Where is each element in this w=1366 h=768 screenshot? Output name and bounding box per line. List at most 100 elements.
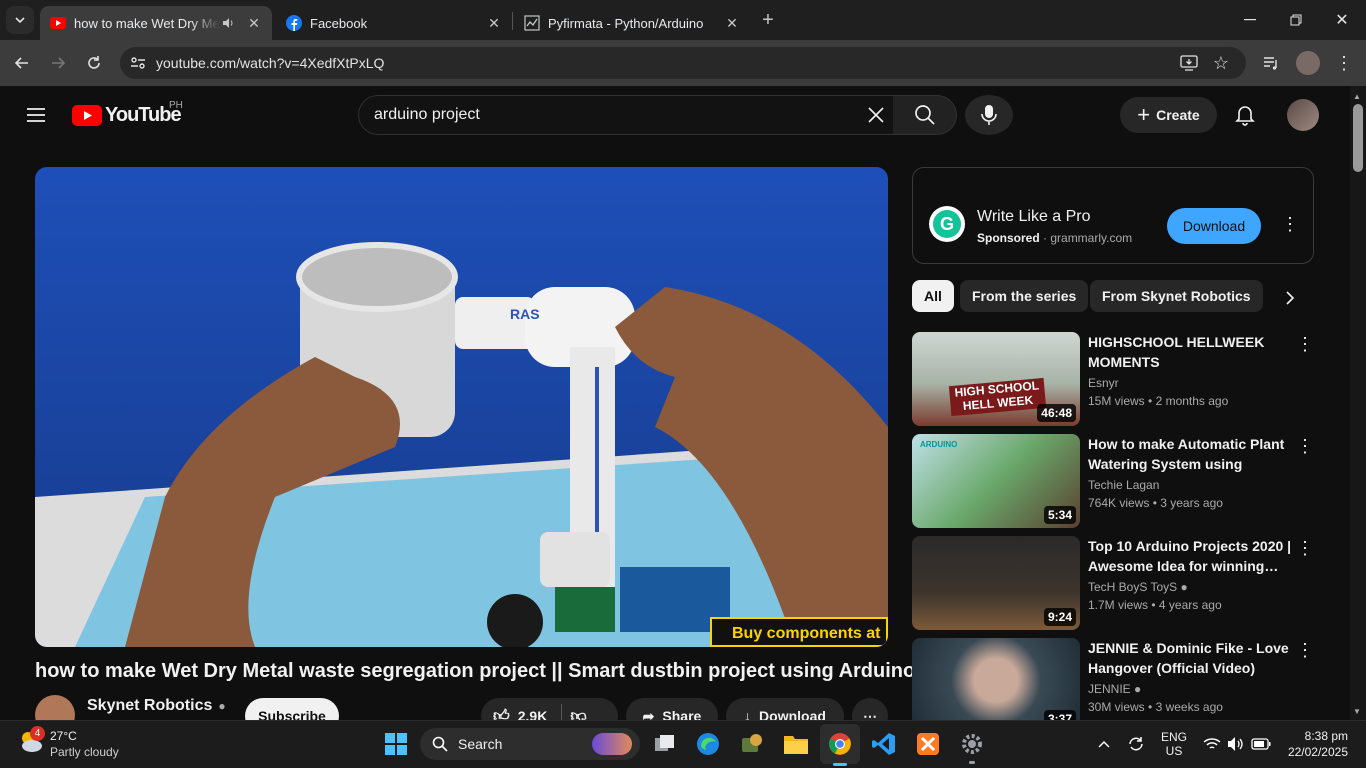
microphone-icon: [981, 105, 997, 125]
plus-icon: +: [1137, 102, 1151, 127]
recommendation-item[interactable]: HIGH SCHOOL HELL WEEK 46:48 HIGHSCHOOL H…: [912, 332, 1314, 426]
ad-domain: grammarly.com: [1050, 231, 1133, 245]
recommendation-item[interactable]: ARDUINO 5:34 How to make Automatic Plant…: [912, 434, 1314, 528]
rec-more-icon[interactable]: ⋮: [1296, 640, 1314, 661]
back-arrow-icon[interactable]: [10, 51, 34, 75]
ad-more-icon[interactable]: ⋮: [1281, 214, 1299, 235]
browser-tab-pyfirmata[interactable]: Pyfirmata - Python/Arduino ✕: [514, 6, 750, 40]
video-thumbnail[interactable]: HIGH SCHOOL HELL WEEK 46:48: [912, 332, 1080, 426]
show-hidden-icons-chevron-icon[interactable]: [1094, 734, 1114, 754]
weather-desc: Partly cloudy: [50, 745, 119, 759]
search-icon: [432, 736, 448, 752]
chip-from-channel[interactable]: From Skynet Robotics: [1090, 280, 1263, 312]
rec-more-icon[interactable]: ⋮: [1296, 334, 1314, 355]
rec-meta: 1.7M views • 4 years ago: [1088, 598, 1222, 612]
verified-check-icon: ●: [218, 699, 226, 713]
browser-tab-youtube[interactable]: how to make Wet Dry Meta ✕: [40, 6, 272, 40]
search-icon: [914, 105, 935, 125]
search-button[interactable]: [893, 95, 957, 135]
recommendation-item[interactable]: 9:24 Top 10 Arduino Projects 2020 | Awes…: [912, 536, 1314, 630]
video-thumbnail[interactable]: ARDUINO 5:34: [912, 434, 1080, 528]
thumb-caption: ARDUINO: [920, 440, 958, 449]
youtube-play-icon: [72, 105, 102, 126]
file-explorer-icon[interactable]: [776, 724, 816, 764]
battery-icon[interactable]: [1250, 734, 1272, 754]
weather-temp: 27°C: [50, 729, 77, 743]
media-control-icon[interactable]: [1260, 53, 1282, 73]
reload-icon[interactable]: [82, 51, 106, 75]
task-view-icon[interactable]: [645, 724, 685, 764]
browser-tab-facebook[interactable]: Facebook ✕: [276, 6, 512, 40]
bookmark-star-icon[interactable]: ☆: [1210, 53, 1232, 73]
xampp-icon[interactable]: [908, 724, 948, 764]
youtube-logo[interactable]: YouTube: [72, 104, 182, 127]
close-tab-icon[interactable]: ✕: [486, 15, 502, 32]
create-button[interactable]: + Create: [1120, 97, 1217, 133]
chip-from-series[interactable]: From the series: [960, 280, 1089, 312]
browser-menu-icon[interactable]: ⋮: [1334, 51, 1354, 75]
lang-code: ENG: [1160, 730, 1187, 744]
wifi-icon[interactable]: [1202, 734, 1222, 754]
edge-browser-icon[interactable]: [688, 724, 728, 764]
hamburger-menu-icon[interactable]: [24, 103, 48, 127]
voice-search-button[interactable]: [965, 95, 1013, 135]
profile-avatar[interactable]: [1296, 51, 1320, 75]
install-app-icon[interactable]: [1178, 53, 1200, 73]
close-window-icon[interactable]: ✕: [1330, 8, 1354, 32]
rec-more-icon[interactable]: ⋮: [1296, 436, 1314, 457]
clear-search-icon[interactable]: [864, 103, 888, 127]
site-settings-icon[interactable]: [128, 53, 148, 73]
search-input[interactable]: arduino project: [358, 95, 894, 135]
rec-views: 30M views: [1088, 700, 1145, 714]
settings-gear-icon[interactable]: [952, 724, 992, 764]
channel-name: Skynet Robotics: [87, 697, 213, 714]
new-tab-plus-icon[interactable]: +: [756, 8, 780, 32]
scrollbar-thumb[interactable]: [1353, 104, 1363, 172]
create-label: Create: [1156, 107, 1200, 123]
close-tab-icon[interactable]: ✕: [724, 15, 740, 32]
windows-start-icon[interactable]: [376, 724, 416, 764]
tab-title: how to make Wet Dry Meta: [74, 15, 220, 31]
rec-meta: 30M views • 3 weeks ago: [1088, 700, 1223, 714]
video-thumbnail[interactable]: 3:37: [912, 638, 1080, 732]
chevron-right-icon[interactable]: [1278, 286, 1302, 310]
notifications-bell-icon[interactable]: [1233, 103, 1257, 127]
video-title: how to make Wet Dry Metal waste segregat…: [35, 660, 916, 682]
minimize-icon[interactable]: [1238, 8, 1262, 32]
chip-all[interactable]: All: [912, 280, 954, 312]
account-avatar[interactable]: [1287, 99, 1319, 131]
forward-arrow-icon[interactable]: [46, 51, 70, 75]
tab-search-chevron-icon[interactable]: [6, 6, 34, 34]
recommendation-item[interactable]: 3:37 JENNIE & Dominic Fike - Love Hangov…: [912, 638, 1314, 732]
input-language[interactable]: ENG US: [1160, 730, 1188, 758]
scroll-up-icon[interactable]: ▲: [1353, 92, 1361, 101]
tab-divider: [512, 12, 513, 30]
rec-age: 2 months ago: [1155, 394, 1229, 408]
video-player[interactable]: Buy components at RAS: [35, 167, 888, 647]
speaker-icon[interactable]: [220, 15, 236, 31]
page-scrollbar[interactable]: ▲ ▼: [1350, 86, 1366, 720]
sponsored-ad-card[interactable]: G Write Like a Pro Sponsored · grammarly…: [912, 167, 1314, 264]
video-thumbnail[interactable]: 9:24: [912, 536, 1080, 630]
youtube-icon: [50, 15, 66, 31]
pipe-label: RAS: [510, 306, 540, 322]
clock[interactable]: 8:38 pm 22/02/2025: [1278, 729, 1348, 759]
volume-icon[interactable]: [1225, 734, 1245, 754]
ad-download-button[interactable]: Download: [1167, 208, 1261, 244]
close-tab-icon[interactable]: ✕: [246, 15, 262, 32]
chart-line-icon: [524, 15, 540, 31]
app-grid-icon[interactable]: [732, 724, 772, 764]
address-bar[interactable]: youtube.com/watch?v=4XedfXtPxLQ: [120, 47, 1246, 79]
weather-cloud-icon[interactable]: 4: [16, 726, 45, 756]
sync-icon[interactable]: [1125, 734, 1147, 754]
rec-age: 4 years ago: [1158, 598, 1222, 612]
scroll-down-icon[interactable]: ▼: [1353, 707, 1361, 716]
taskbar-search-box[interactable]: Search: [420, 728, 640, 760]
rec-more-icon[interactable]: ⋮: [1296, 538, 1314, 559]
vscode-icon[interactable]: [864, 724, 904, 764]
rec-channel: Techie Lagan: [1088, 478, 1160, 492]
channel-name-row[interactable]: Skynet Robotics ●: [87, 697, 226, 715]
video-overlay-text: Buy components at: [732, 625, 881, 642]
chrome-icon[interactable]: [820, 724, 860, 766]
restore-icon[interactable]: [1284, 8, 1308, 32]
